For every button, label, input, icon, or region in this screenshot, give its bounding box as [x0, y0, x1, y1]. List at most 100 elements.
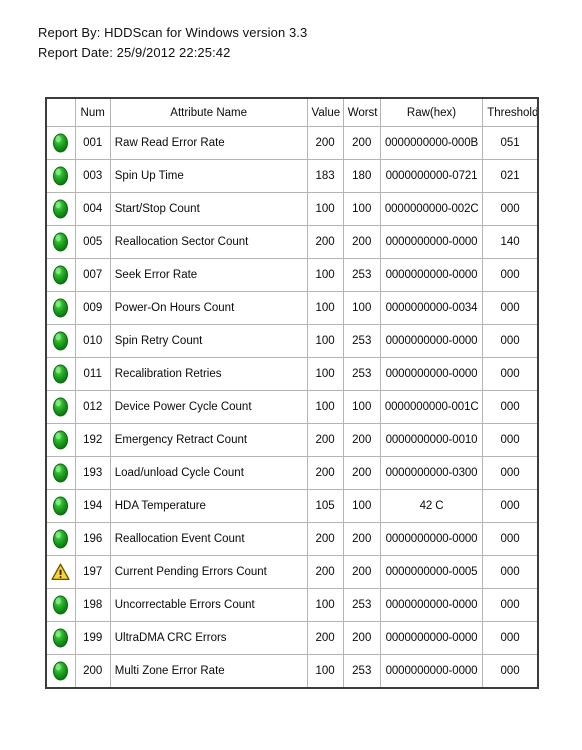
table-row[interactable]: 193 Load/unload Cycle Count 200 200 00000000…	[45, 456, 539, 490]
table-row[interactable]: 199 UltraDMA CRC Errors 200 200 0000000000-0…	[45, 621, 539, 655]
attribute-threshold: 000	[482, 522, 539, 556]
smart-attributes-table: Num Attribute Name Value Worst Raw(hex) …	[45, 97, 539, 689]
attribute-name: Reallocation Sector Count	[109, 225, 308, 259]
attribute-worst: 180	[342, 159, 381, 193]
green-oval-ok-icon	[52, 199, 69, 219]
attribute-name: Load/unload Cycle Count	[109, 456, 308, 490]
attribute-name: Spin Retry Count	[109, 324, 308, 358]
column-header-value: Value	[306, 97, 344, 127]
attribute-value: 100	[306, 390, 344, 424]
attribute-worst: 253	[342, 654, 381, 689]
attribute-threshold: 000	[482, 258, 539, 292]
attribute-num: 193	[74, 456, 111, 490]
attribute-threshold: 000	[482, 456, 539, 490]
attribute-num: 005	[74, 225, 111, 259]
status-indicator-cell	[45, 258, 76, 292]
attribute-worst: 253	[342, 357, 381, 391]
table-row[interactable]: 194 HDA Temperature 105 100 42 C 000	[45, 489, 539, 523]
attribute-raw-hex: 0000000000-0000	[379, 357, 484, 391]
status-indicator-cell	[45, 522, 76, 556]
table-row[interactable]: 010 Spin Retry Count 100 253 0000000000-0000…	[45, 324, 539, 358]
table-row[interactable]: 001 Raw Read Error Rate 200 200 0000000000-0…	[45, 126, 539, 160]
attribute-worst: 200	[342, 126, 381, 160]
column-header-worst: Worst	[342, 97, 381, 127]
attribute-threshold: 000	[482, 324, 539, 358]
green-oval-ok-icon	[52, 628, 69, 648]
attribute-value: 200	[306, 522, 344, 556]
attribute-name: Uncorrectable Errors Count	[109, 588, 308, 622]
status-indicator-cell	[45, 588, 76, 622]
attribute-value: 100	[306, 324, 344, 358]
table-row[interactable]: 197 Current Pending Errors Count 200 200 000…	[45, 555, 539, 589]
column-header-num: Num	[74, 97, 111, 127]
attribute-num: 007	[74, 258, 111, 292]
table-row[interactable]: 198 Uncorrectable Errors Count 100 253 00000…	[45, 588, 539, 622]
status-indicator-cell	[45, 324, 76, 358]
attribute-worst: 200	[342, 225, 381, 259]
attribute-num: 003	[74, 159, 111, 193]
attribute-num: 004	[74, 192, 111, 226]
attribute-name: Seek Error Rate	[109, 258, 308, 292]
green-oval-ok-icon	[52, 298, 69, 318]
green-oval-ok-icon	[52, 529, 69, 549]
table-row[interactable]: 200 Multi Zone Error Rate 100 253 0000000000…	[45, 654, 539, 689]
attribute-worst: 253	[342, 588, 381, 622]
green-oval-ok-icon	[52, 364, 69, 384]
attribute-raw-hex: 0000000000-0000	[379, 621, 484, 655]
attribute-threshold: 000	[482, 654, 539, 689]
attribute-threshold: 000	[482, 555, 539, 589]
attribute-raw-hex: 0000000000-0000	[379, 324, 484, 358]
attribute-num: 001	[74, 126, 111, 160]
attribute-name: Raw Read Error Rate	[109, 126, 308, 160]
attribute-threshold: 000	[482, 192, 539, 226]
attribute-num: 200	[74, 654, 111, 689]
green-oval-ok-icon	[52, 661, 69, 681]
attribute-raw-hex: 0000000000-0010	[379, 423, 484, 457]
attribute-raw-hex: 0000000000-0300	[379, 456, 484, 490]
attribute-worst: 200	[342, 621, 381, 655]
attribute-raw-hex: 0000000000-0000	[379, 588, 484, 622]
table-row[interactable]: 192 Emergency Retract Count 200 200 00000000…	[45, 423, 539, 457]
attribute-value: 200	[306, 456, 344, 490]
attribute-num: 194	[74, 489, 111, 523]
status-indicator-cell	[45, 225, 76, 259]
attribute-raw-hex: 0000000000-0000	[379, 654, 484, 689]
attribute-value: 200	[306, 621, 344, 655]
attribute-threshold: 000	[482, 588, 539, 622]
status-indicator-cell	[45, 126, 76, 160]
attribute-worst: 200	[342, 423, 381, 457]
table-row[interactable]: 009 Power-On Hours Count 100 100 0000000000-…	[45, 291, 539, 325]
attribute-raw-hex: 0000000000-000B	[379, 126, 484, 160]
report-date-line: Report Date: 25/9/2012 22:25:42	[38, 45, 231, 60]
attribute-value: 100	[306, 588, 344, 622]
attribute-name: Current Pending Errors Count	[109, 555, 308, 589]
attribute-value: 100	[306, 357, 344, 391]
attribute-num: 009	[74, 291, 111, 325]
table-row[interactable]: 196 Reallocation Event Count 200 200 0000000…	[45, 522, 539, 556]
attribute-worst: 253	[342, 324, 381, 358]
attribute-value: 200	[306, 126, 344, 160]
attribute-value: 200	[306, 225, 344, 259]
attribute-name: Reallocation Event Count	[109, 522, 308, 556]
status-indicator-cell	[45, 357, 76, 391]
attribute-worst: 200	[342, 555, 381, 589]
table-row[interactable]: 012 Device Power Cycle Count 100 100 0000000…	[45, 390, 539, 424]
table-header-row: Num Attribute Name Value Worst Raw(hex) …	[45, 97, 539, 127]
status-indicator-cell	[45, 456, 76, 490]
attribute-name: Recalibration Retries	[109, 357, 308, 391]
attribute-threshold: 000	[482, 423, 539, 457]
table-row[interactable]: 007 Seek Error Rate 100 253 0000000000-0000 0…	[45, 258, 539, 292]
status-indicator-cell	[45, 621, 76, 655]
table-row[interactable]: 005 Reallocation Sector Count 200 200 000000…	[45, 225, 539, 259]
attribute-raw-hex: 0000000000-0005	[379, 555, 484, 589]
green-oval-ok-icon	[52, 166, 69, 186]
table-row[interactable]: 004 Start/Stop Count 100 100 0000000000-002C…	[45, 192, 539, 226]
table-row[interactable]: 003 Spin Up Time 183 180 0000000000-0721 021	[45, 159, 539, 193]
table-row[interactable]: 011 Recalibration Retries 100 253 0000000000…	[45, 357, 539, 391]
report-by-line: Report By: HDDScan for Windows version 3…	[38, 25, 308, 40]
yellow-warning-triangle-icon	[51, 563, 70, 581]
status-indicator-cell	[45, 390, 76, 424]
attribute-name: UltraDMA CRC Errors	[109, 621, 308, 655]
status-indicator-cell	[45, 489, 76, 523]
attribute-name: Multi Zone Error Rate	[109, 654, 308, 689]
